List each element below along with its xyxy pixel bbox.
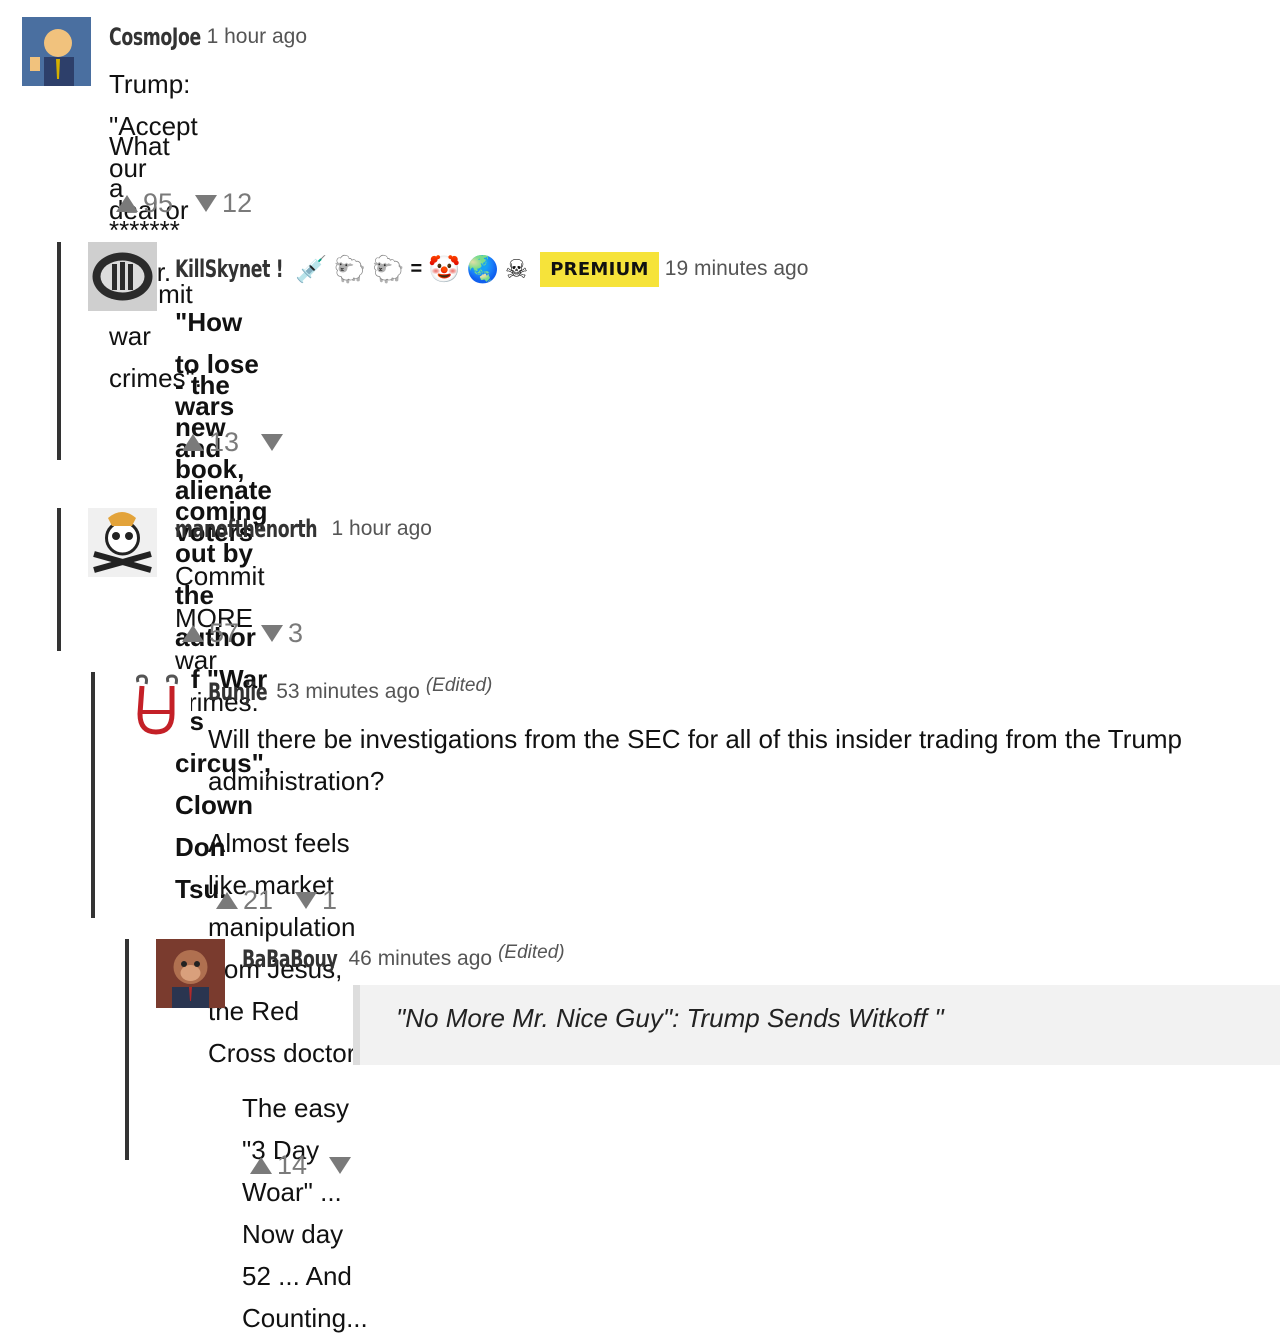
thread-line — [57, 242, 61, 460]
downvote-arrow-icon — [261, 625, 284, 642]
upvote-arrow-icon — [182, 434, 204, 451]
downvote-count: 12 — [222, 188, 253, 218]
upvote-button[interactable]: 95 — [116, 188, 173, 219]
upvote-button[interactable]: 13 — [182, 427, 239, 458]
upvote-count: 14 — [277, 1150, 308, 1180]
downvote-count: 3 — [288, 618, 304, 648]
premium-badge: PREMIUM — [540, 251, 659, 287]
avatar[interactable] — [122, 672, 191, 741]
avatar[interactable] — [88, 242, 157, 311]
edited-label: (Edited) — [425, 675, 493, 696]
equals-sign: = — [410, 257, 423, 280]
downvote-button[interactable] — [261, 434, 288, 451]
downvote-arrow-icon — [195, 195, 218, 212]
clown-icon: 🤡 — [428, 253, 461, 284]
thread-line — [125, 939, 129, 1160]
upvote-button[interactable]: 57 — [182, 618, 239, 649]
downvote-button[interactable]: 12 — [195, 188, 252, 219]
upvote-arrow-icon — [182, 625, 204, 642]
downvote-button[interactable]: 3 — [261, 618, 303, 649]
downvote-arrow-icon — [295, 892, 318, 909]
timestamp: 1 hour ago — [331, 517, 432, 540]
thread-line — [57, 508, 61, 651]
upvote-count: 21 — [243, 885, 274, 915]
avatar[interactable] — [22, 17, 91, 86]
quote-text: "No More Mr. Nice Guy": Trump Sends Witk… — [396, 1003, 944, 1033]
globe-icon: 🌏 — [466, 253, 499, 284]
timestamp: 1 hour ago — [206, 25, 307, 48]
upvote-count: 95 — [143, 188, 174, 218]
upvote-button[interactable]: 21 — [216, 885, 273, 916]
downvote-button[interactable]: 1 — [295, 885, 337, 916]
timestamp: 53 minutes ago — [276, 680, 420, 703]
skull-crossbones-icon: ☠ — [504, 253, 529, 284]
upvote-count: 13 — [209, 427, 240, 457]
timestamp: 19 minutes ago — [664, 257, 809, 280]
syringe-icon: 💉 — [295, 253, 328, 284]
username[interactable]: BaBaBouy — [242, 945, 338, 973]
sheep-icon: 🐑 — [333, 253, 367, 284]
sheep-icon: 🐑 — [372, 253, 405, 284]
upvote-button[interactable]: 14 — [250, 1150, 307, 1181]
username[interactable]: CosmoJoe — [109, 23, 201, 51]
username[interactable]: manofthenorth — [175, 515, 318, 543]
blockquote: "No More Mr. Nice Guy": Trump Sends Witk… — [353, 985, 1280, 1065]
edited-label: (Edited) — [498, 942, 565, 963]
upvote-arrow-icon — [116, 195, 138, 212]
downvote-count: 1 — [322, 885, 338, 915]
upvote-arrow-icon — [216, 892, 238, 909]
upvote-count: 57 — [209, 618, 240, 648]
thread-line — [91, 672, 95, 918]
avatar[interactable] — [88, 508, 157, 577]
downvote-arrow-icon — [261, 434, 284, 451]
comment-text: The easy "3 Day Woar" ... Now day 52 ...… — [242, 1093, 368, 1333]
user-badges: 💉 🐑 🐑 = 🤡 🌏 ☠ — [295, 254, 528, 285]
username[interactable]: KillSkynet ! — [175, 255, 284, 283]
username[interactable]: Bunjie — [208, 678, 268, 706]
avatar[interactable] — [156, 939, 225, 1008]
timestamp: 46 minutes ago — [348, 947, 493, 970]
comment-text: Will there be investigations from the SE… — [208, 724, 1182, 796]
